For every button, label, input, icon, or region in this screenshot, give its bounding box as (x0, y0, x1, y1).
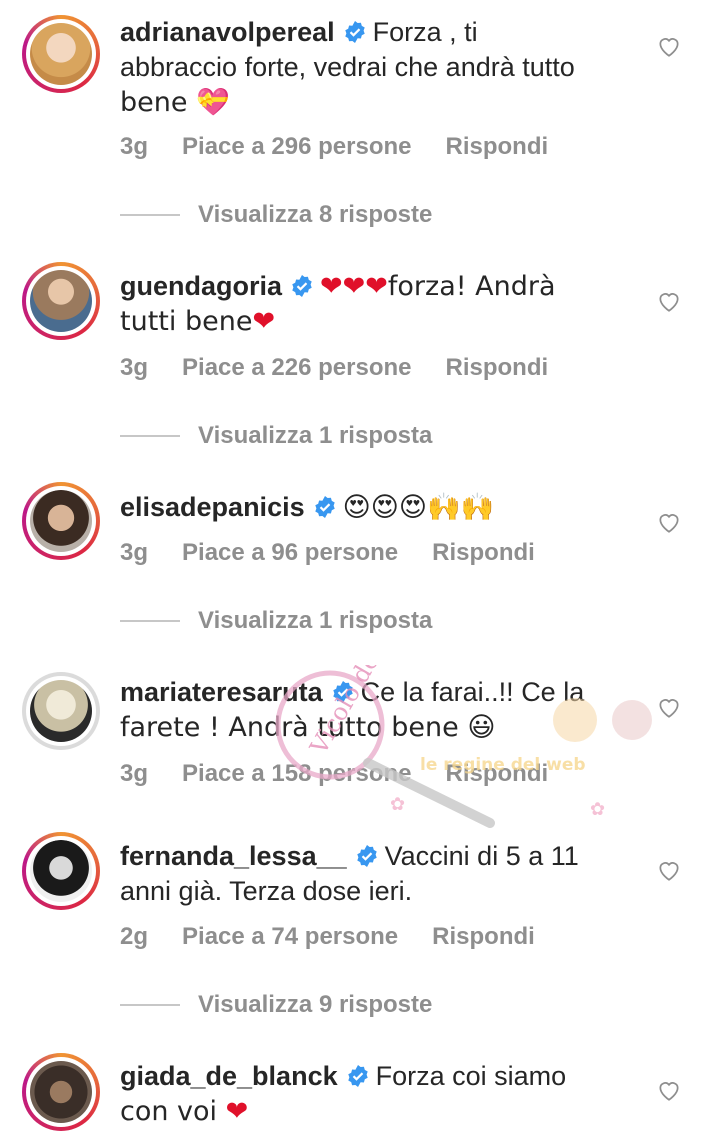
like-heart-icon[interactable] (656, 694, 682, 720)
avatar[interactable] (22, 832, 100, 910)
svg-text:✿: ✿ (590, 799, 605, 819)
comment-body: Forza , ti (372, 17, 478, 47)
comment-body: con voi ❤ (120, 1096, 249, 1127)
reply-button[interactable]: Rispondi (432, 923, 535, 950)
view-replies-label: Visualizza 8 risposte (198, 201, 433, 228)
comment-body: ❤❤❤forza! Andrà (320, 271, 556, 302)
verified-badge-icon (347, 1065, 368, 1087)
view-replies-button[interactable]: Visualizza 9 risposte (120, 991, 432, 1019)
red-heart-emoji: ❤ (342, 271, 366, 302)
avatar[interactable] (22, 15, 100, 93)
view-replies-button[interactable]: Visualizza 8 risposte (120, 201, 432, 229)
like-heart-icon[interactable] (656, 857, 682, 883)
reply-button[interactable]: Rispondi (432, 539, 535, 566)
comment-body: abbraccio forte, vedrai che andrà tutto (120, 52, 575, 82)
comment-time: 3g (120, 133, 149, 160)
like-heart-icon[interactable] (656, 1077, 682, 1103)
comment-body: Vaccini di 5 a 11 (384, 841, 579, 871)
comment-body: farete ! Andrà tutto bene 😃 (120, 712, 496, 743)
comment-body: bene 💝 (120, 87, 230, 118)
comment-text: giada_de_blanck Forza coi siamo con voi ❤ (120, 1059, 640, 1129)
red-heart-emoji: ❤ (225, 1096, 249, 1127)
comment-time: 3g (120, 539, 149, 566)
divider (120, 1004, 180, 1006)
comment-body: 😍😍😍🙌🙌 (342, 492, 495, 523)
username-link[interactable]: mariateresaruta (120, 677, 323, 707)
verified-badge-icon (356, 845, 377, 867)
divider (120, 435, 180, 437)
avatar[interactable] (22, 262, 100, 340)
divider (120, 214, 180, 216)
likes-count[interactable]: Piace a 96 persone (182, 539, 398, 566)
comment-text: elisadepanicis 😍😍😍🙌🙌 (120, 490, 640, 525)
svg-text:✿: ✿ (390, 794, 405, 814)
red-heart-emoji: ❤ (365, 271, 388, 302)
comment-text: mariateresaruta Ce la farai..!! Ce la far… (120, 675, 640, 745)
comment-body: tutti bene❤ (120, 306, 276, 337)
divider (120, 620, 180, 622)
verified-badge-icon (332, 681, 353, 703)
avatar[interactable] (22, 482, 100, 560)
username-link[interactable]: giada_de_blanck (120, 1061, 338, 1091)
likes-count[interactable]: Piace a 226 persone (182, 354, 411, 381)
verified-badge-icon (344, 21, 365, 43)
verified-badge-icon (314, 496, 335, 518)
view-replies-label: Visualizza 1 risposta (198, 422, 433, 449)
comment-text: guendagoria ❤❤❤forza! Andrà tutti bene❤ (120, 269, 640, 339)
comment-body: Forza coi siamo (375, 1061, 567, 1091)
reply-button[interactable]: Rispondi (446, 760, 549, 787)
comment-time: 3g (120, 760, 149, 787)
reply-button[interactable]: Rispondi (446, 354, 549, 381)
comment-time: 3g (120, 354, 149, 381)
likes-count[interactable]: Piace a 158 persone (182, 760, 411, 787)
comment-text: fernanda_lessa__ Vaccini di 5 a 11 anni g… (120, 839, 640, 909)
likes-count[interactable]: Piace a 296 persone (182, 133, 411, 160)
red-heart-emoji: ❤ (320, 271, 343, 302)
like-heart-icon[interactable] (656, 33, 682, 59)
comment-text: adrianavolpereal Forza , ti abbraccio for… (120, 15, 640, 120)
comment-time: 2g (120, 923, 149, 950)
view-replies-button[interactable]: Visualizza 1 risposta (120, 422, 432, 450)
username-link[interactable]: guendagoria (120, 271, 282, 301)
avatar[interactable] (22, 1053, 100, 1131)
view-replies-label: Visualizza 1 risposta (198, 607, 433, 634)
like-heart-icon[interactable] (656, 509, 682, 535)
username-link[interactable]: adrianavolpereal (120, 17, 335, 47)
view-replies-button[interactable]: Visualizza 1 risposta (120, 607, 432, 635)
username-link[interactable]: fernanda_lessa__ (120, 841, 347, 871)
comment-body: anni già. Terza dose ieri. (120, 876, 413, 906)
red-heart-emoji: ❤ (252, 306, 276, 337)
like-heart-icon[interactable] (656, 288, 682, 314)
avatar[interactable] (22, 672, 100, 750)
reply-button[interactable]: Rispondi (446, 133, 549, 160)
view-replies-label: Visualizza 9 risposte (198, 991, 433, 1018)
likes-count[interactable]: Piace a 74 persone (182, 923, 398, 950)
comment-body: Ce la farai..!! Ce la (360, 677, 585, 707)
username-link[interactable]: elisadepanicis (120, 492, 305, 522)
verified-badge-icon (292, 275, 312, 297)
